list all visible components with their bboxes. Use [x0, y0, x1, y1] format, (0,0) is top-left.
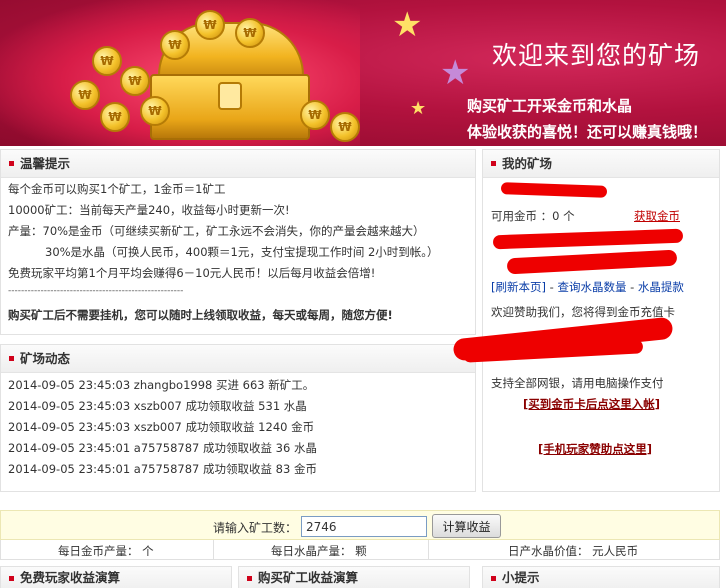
- miner-count-label: 请输入矿工数：: [213, 521, 298, 535]
- free-player-calc-heading: 免费玩家收益演算: [0, 566, 232, 588]
- coin-icon: ₩: [330, 112, 360, 142]
- star-icon: ★: [440, 53, 471, 93]
- link-separator: -: [549, 280, 554, 294]
- star-icon: ★: [410, 98, 427, 119]
- banner-title: 欢迎来到您的矿场: [492, 41, 701, 70]
- coin-icon: ₩: [195, 10, 225, 40]
- available-coins: 可用金币 ：0 个: [491, 209, 575, 223]
- coin-icon: ₩: [70, 80, 100, 110]
- panel-heading: 温馨提示: [1, 150, 475, 178]
- buy-card-link[interactable]: [买到金币卡后点这里入帐]: [523, 396, 660, 412]
- daily-crystals-output: 每日水晶产量： 颗: [271, 544, 367, 558]
- bullet-icon: [491, 161, 496, 166]
- refresh-page-link[interactable]: [刷新本页]: [491, 280, 546, 294]
- banner-subtitle: 体验收获的喜悦！还可以赚真钱哦！: [467, 123, 708, 141]
- panel-heading: 我的矿场: [483, 150, 719, 178]
- tip-line: 产量：70%是金币（可继续买新矿工，矿工永远不会消失，你的产量会越来越大）: [8, 224, 425, 238]
- coin-icon: ₩: [120, 66, 150, 96]
- activity-item: 2014-09-05 23:45:01 a75758787 成功领取收益 36 …: [8, 441, 317, 455]
- activity-panel: 矿场动态 2014-09-05 23:45:03 zhangbo1998 买进 …: [0, 344, 476, 492]
- redaction-mark: [500, 182, 608, 198]
- activity-item: 2014-09-05 23:45:01 a75758787 成功领取收益 83 …: [8, 462, 317, 476]
- coin-icon: ₩: [92, 46, 122, 76]
- get-coins-link[interactable]: 获取金币: [634, 208, 680, 224]
- divider: [213, 540, 214, 560]
- coin-icon: ₩: [235, 18, 265, 48]
- star-icon: ★: [392, 5, 423, 45]
- bullet-icon: [491, 576, 496, 581]
- tip-line: 10000矿工：当前每天产量240，收益每小时更新一次!: [8, 203, 290, 217]
- mobile-sponsor-link[interactable]: [手机玩家赞助点这里]: [538, 441, 652, 457]
- banner: ₩ ₩ ₩ ₩ ₩ ₩ ₩ ₩ ₩ ₩ ★ ★ ★ 欢迎来到您的矿场 购买矿工开…: [0, 0, 726, 146]
- tips-small-heading: 小提示: [482, 566, 720, 588]
- divider: [428, 540, 429, 560]
- tips-panel: 温馨提示 每个金币可以购买1个矿工，1金币＝1矿工 10000矿工：当前每天产量…: [0, 149, 476, 335]
- bullet-icon: [9, 356, 14, 361]
- my-mine-heading: 我的矿场: [502, 156, 553, 171]
- daily-coins-output: 每日金币产量： 个: [58, 544, 154, 558]
- activity-heading: 矿场动态: [20, 351, 71, 366]
- tip-line: 免费玩家平均第1个月平均会赚得6－10元人民币！以后每月收益会倍增!: [8, 266, 376, 280]
- redaction-mark: [506, 249, 678, 275]
- tip-notice: 购买矿工后不需要挂机，您可以随时上线领取收益，每天或每周，随您方便!: [8, 308, 393, 322]
- miner-count-input[interactable]: [301, 516, 427, 537]
- bullet-icon: [247, 576, 252, 581]
- calculator-bar: 请输入矿工数： 计算收益: [0, 510, 720, 540]
- crystal-withdraw-link[interactable]: 水晶提款: [638, 280, 684, 294]
- tip-separator: ----------------------------------------…: [8, 286, 184, 296]
- coin-icon: ₩: [300, 100, 330, 130]
- banner-subtitle: 购买矿工开采金币和水晶: [467, 97, 633, 115]
- payment-text: 支持全部网银，请用电脑操作支付: [491, 376, 664, 390]
- query-crystal-link[interactable]: 查询水晶数量: [557, 280, 626, 294]
- link-row: [刷新本页] - 查询水晶数量 - 水晶提款: [491, 279, 684, 295]
- redaction-mark: [492, 228, 684, 250]
- my-mine-panel: 我的矿场 可用金币 ：0 个 获取金币 [刷新本页] - 查询水晶数量 - 水晶…: [452, 149, 720, 492]
- activity-item: 2014-09-05 23:45:03 zhangbo1998 买进 663 新…: [8, 378, 315, 392]
- bullet-icon: [9, 576, 14, 581]
- tips-heading: 温馨提示: [20, 156, 71, 171]
- calculate-button[interactable]: 计算收益: [432, 514, 501, 538]
- tip-line: 每个金币可以购买1个矿工，1金币＝1矿工: [8, 182, 226, 196]
- coin-icon: ₩: [100, 102, 130, 132]
- buy-miner-calc-heading: 购买矿工收益演算: [238, 566, 470, 588]
- activity-item: 2014-09-05 23:45:03 xszb007 成功领取收益 1240 …: [8, 420, 315, 434]
- panel-heading: 矿场动态: [1, 345, 475, 373]
- coin-icon: ₩: [140, 96, 170, 126]
- crystal-value-output: 日产水晶价值： 元人民币: [508, 544, 639, 558]
- chest-lock-icon: [218, 82, 242, 110]
- bullet-icon: [9, 161, 14, 166]
- activity-item: 2014-09-05 23:45:03 xszb007 成功领取收益 531 水…: [8, 399, 307, 413]
- link-separator: -: [630, 280, 635, 294]
- sponsor-text: 欢迎赞助我们，您将得到金币充值卡: [491, 305, 675, 319]
- tip-line: 30%是水晶（可换人民币，400颗＝1元，支付宝提现工作时间 2小时到帐。）: [45, 245, 439, 259]
- calculator-results: 每日金币产量： 个 每日水晶产量： 颗 日产水晶价值： 元人民币: [0, 540, 720, 560]
- coin-icon: ₩: [160, 30, 190, 60]
